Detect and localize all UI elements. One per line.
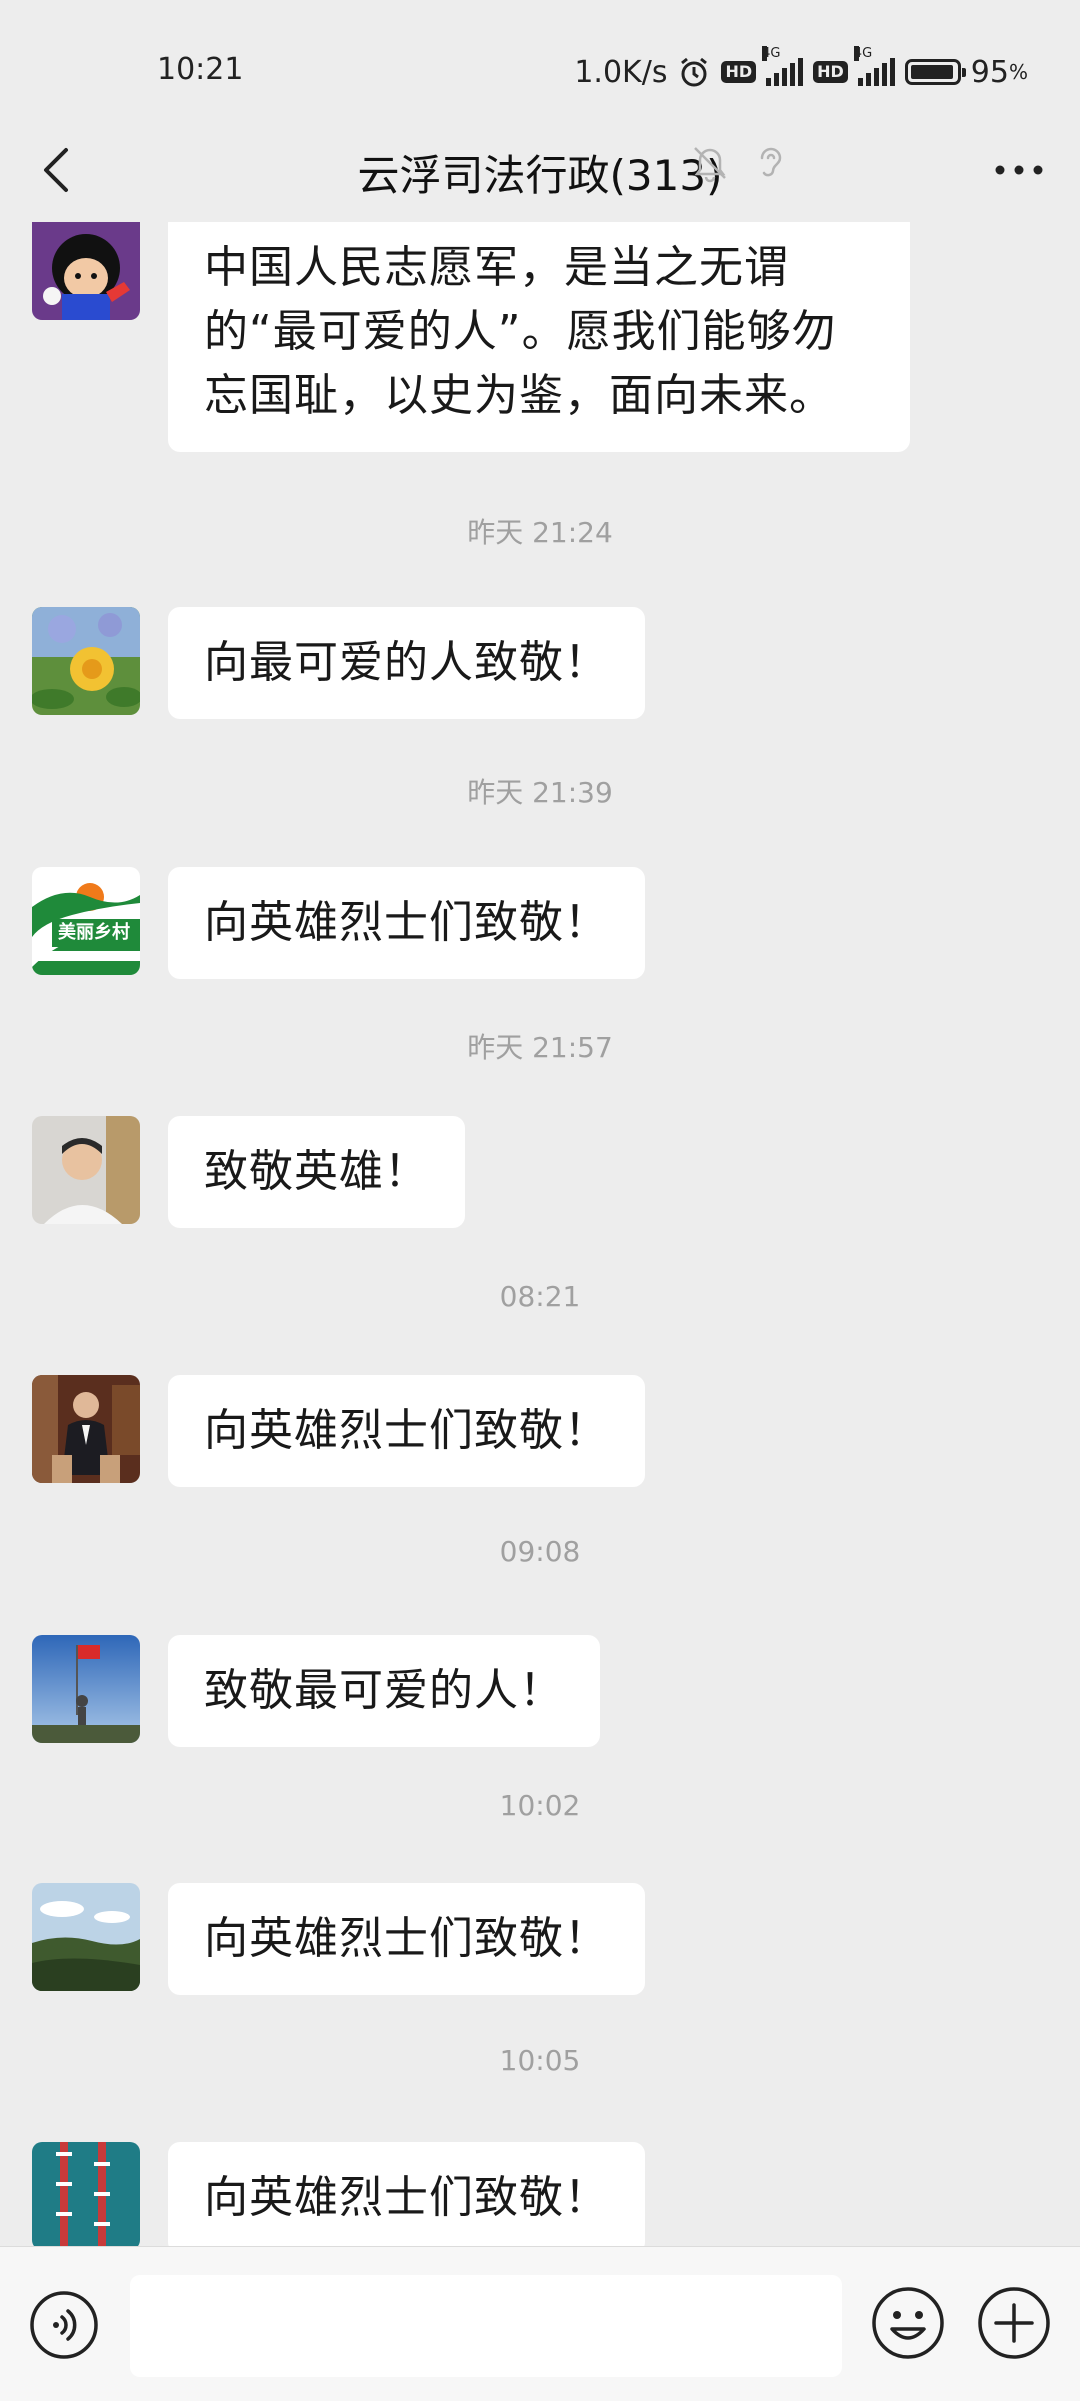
signal-icon: 4G (762, 46, 804, 86)
flag-sky-avatar[interactable] (32, 1635, 140, 1743)
battery-percent-sign: % (1008, 60, 1028, 84)
status-bar: 10:21 1.0K/s HD 4G HD 4G 95% (0, 0, 1080, 140)
village-logo-avatar[interactable]: 美丽乡村 (32, 867, 140, 975)
message-bubble[interactable]: 致敬英雄！ (168, 1116, 465, 1228)
voice-button[interactable] (28, 2289, 100, 2361)
ear-icon (760, 147, 782, 177)
message-bubble[interactable]: 向英雄烈士们致敬！ (168, 2142, 645, 2246)
chat-title: 云浮司法行政(313) (357, 151, 723, 200)
message-bubble[interactable]: 向英雄烈士们致敬！ (168, 1375, 645, 1487)
chat-header: 云浮司法行政(313) (0, 120, 1080, 220)
message-row: 向英雄烈士们致敬！ (32, 1883, 645, 1995)
timestamp: 昨天 21:39 (467, 776, 613, 809)
battery-percent: 95% (971, 55, 1028, 90)
battery-percent-value: 95 (970, 54, 1009, 90)
timestamp: 10:05 (499, 2044, 581, 2077)
message-row: 中国人民志愿军，是当之无谓的“最可爱的人”。愿我们能够勿忘国耻，以史为鉴，面向未… (32, 222, 910, 452)
timestamp: 08:21 (499, 1280, 581, 1313)
hd-badge: HD (721, 61, 757, 83)
message-input[interactable] (130, 2275, 842, 2377)
landscape-avatar[interactable] (32, 1883, 140, 1991)
status-time: 10:21 (157, 52, 244, 87)
message-row: 向英雄烈士们致敬！ (32, 2142, 645, 2246)
input-bar (0, 2246, 1080, 2401)
timestamp: 10:02 (499, 1789, 581, 1822)
message-bubble[interactable]: 向英雄烈士们致敬！ (168, 1883, 645, 1995)
message-bubble[interactable]: 向最可爱的人致敬！ (168, 607, 645, 719)
emoji-icon (872, 2287, 944, 2359)
network-type-2: 4G (853, 46, 873, 61)
message-bubble[interactable]: 致敬最可爱的人！ (168, 1635, 600, 1747)
more-icon (995, 165, 1043, 175)
add-icon (978, 2287, 1050, 2359)
message-row: 向英雄烈士们致敬！ (32, 1375, 645, 1487)
man-portrait-avatar[interactable] (32, 1116, 140, 1224)
timestamp: 昨天 21:57 (467, 1031, 613, 1064)
title-status-icons (688, 140, 792, 184)
signal-icon-2: 4G (853, 46, 895, 86)
timestamp: 昨天 21:24 (467, 516, 613, 549)
more-button[interactable] (984, 148, 1054, 192)
network-type: 4G (762, 46, 781, 61)
emoji-button[interactable] (870, 2285, 946, 2361)
net-speed: 1.0K/s (574, 54, 668, 90)
message-list[interactable]: 中国人民志愿军，是当之无谓的“最可爱的人”。愿我们能够勿忘国耻，以史为鉴，面向未… (0, 222, 1080, 2246)
hd-badge-2: HD (813, 61, 848, 83)
bell-muted-icon (694, 147, 726, 183)
flower-avatar[interactable] (32, 607, 140, 715)
title-wrap: 云浮司法行政(313) (0, 142, 1080, 203)
man-suit-avatar[interactable] (32, 1375, 140, 1483)
battery-fill (910, 65, 953, 79)
add-button[interactable] (976, 2285, 1052, 2361)
timestamp: 09:08 (499, 1535, 581, 1568)
boats-avatar[interactable] (32, 2142, 140, 2246)
message-row: 致敬英雄！ (32, 1116, 465, 1228)
voice-icon (30, 2291, 98, 2359)
message-row: 向最可爱的人致敬！ (32, 607, 645, 719)
alarm-icon (677, 55, 711, 89)
message-row: 美丽乡村 向英雄烈士们致敬！ (32, 867, 645, 979)
message-bubble[interactable]: 中国人民志愿军，是当之无谓的“最可爱的人”。愿我们能够勿忘国耻，以史为鉴，面向未… (168, 222, 910, 452)
cartoon-avatar[interactable] (32, 222, 140, 320)
status-indicators: 1.0K/s HD 4G HD 4G 95% (574, 46, 1028, 92)
message-bubble[interactable]: 向英雄烈士们致敬！ (168, 867, 645, 979)
message-row: 致敬最可爱的人！ (32, 1635, 600, 1747)
village-logo-text: 美丽乡村 (58, 922, 130, 943)
battery-icon (904, 59, 966, 85)
